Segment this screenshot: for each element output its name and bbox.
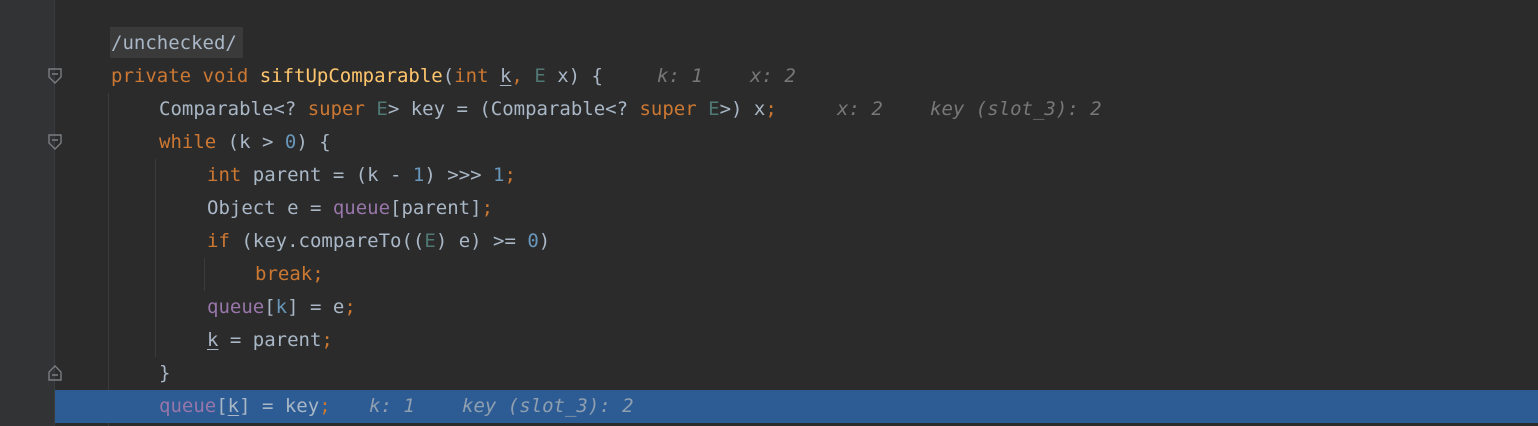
code-token: siftUpComparable xyxy=(259,65,443,87)
code-token: ; xyxy=(504,164,516,186)
code-text[interactable]: queue[k] = e; xyxy=(207,291,356,324)
code-token: ) xyxy=(538,230,551,252)
code-token: E xyxy=(376,98,388,120)
code-text[interactable]: k = parent; xyxy=(207,324,333,357)
code-token: ; xyxy=(319,395,331,417)
code-line[interactable]: k = parent; xyxy=(0,324,1538,357)
code-token: ] = e xyxy=(287,296,345,318)
code-line[interactable]: private void siftUpComparable(int k, E x… xyxy=(0,60,1538,93)
inline-debug-value: x: 2 xyxy=(750,65,796,87)
inline-debug-value: key (slot_3): 2 xyxy=(930,98,1102,120)
code-token: x) { xyxy=(557,65,603,87)
code-token: > xyxy=(250,131,285,153)
code-line[interactable]: /unchecked/ xyxy=(0,27,1538,60)
code-token: ; xyxy=(312,263,324,285)
code-token: queue xyxy=(207,296,265,318)
code-text[interactable]: while (k > 0) { xyxy=(159,126,331,159)
code-token: k xyxy=(207,329,219,351)
code-text[interactable]: /unchecked/ xyxy=(111,27,237,60)
code-token: > key = (Comparable<? xyxy=(387,98,640,120)
code-text[interactable]: private void siftUpComparable(int k, E x… xyxy=(111,60,603,93)
code-token: [ xyxy=(216,395,228,417)
code-token: private xyxy=(111,65,203,87)
inline-debug-value: key (slot_3): 2 xyxy=(462,395,634,417)
code-token: E xyxy=(708,98,720,120)
code-token: , xyxy=(511,65,535,87)
code-token: k xyxy=(227,395,240,417)
code-token: ; xyxy=(344,296,356,318)
code-token: E xyxy=(534,65,558,87)
code-text[interactable]: queue[k] = key; xyxy=(159,390,331,423)
code-token: ; xyxy=(765,98,777,120)
code-token: >) x xyxy=(719,98,766,120)
code-token: ; xyxy=(481,197,494,219)
code-token: } xyxy=(159,362,171,384)
code-text[interactable]: int parent = (k - 1) >>> 1; xyxy=(207,159,516,192)
code-text[interactable]: Object e = queue[parent]; xyxy=(207,192,493,225)
code-line[interactable]: Object e = queue[parent]; xyxy=(0,192,1538,225)
code-token: ( xyxy=(442,65,455,87)
code-token: queue xyxy=(159,395,217,417)
code-token: super xyxy=(639,98,709,120)
code-token: void xyxy=(202,65,260,87)
current-execution-line[interactable]: queue[k] = key; k: 1 key (slot_3): 2 xyxy=(55,390,1538,423)
code-token: ; xyxy=(321,329,333,351)
code-token: if xyxy=(207,230,242,252)
inline-debug-value: k: 1 xyxy=(657,65,703,87)
code-token: super xyxy=(307,98,377,120)
code-token: ( xyxy=(227,131,240,153)
code-line[interactable]: while (k > 0) { xyxy=(0,126,1538,159)
code-line[interactable]: break; xyxy=(0,258,1538,291)
code-token: (key.compareTo(( xyxy=(241,230,425,252)
code-token: 1 xyxy=(412,164,425,186)
code-text[interactable]: if (key.compareTo((E) e) >= 0) xyxy=(207,225,550,258)
code-token: int xyxy=(454,65,500,87)
code-token: k xyxy=(499,65,512,87)
code-token: ) e) >= xyxy=(435,230,528,252)
code-line[interactable]: int parent = (k - 1) >>> 1; xyxy=(0,159,1538,192)
code-token: [parent] xyxy=(390,197,482,219)
code-token: parent = (k - xyxy=(252,164,413,186)
code-line[interactable]: Comparable<? super E> key = (Comparable<… xyxy=(0,93,1538,126)
inline-debug-value: x: 2 xyxy=(837,98,883,120)
code-token: E xyxy=(424,230,436,252)
code-token: k xyxy=(239,131,251,153)
code-line[interactable]: if (key.compareTo((E) e) >= 0) xyxy=(0,225,1538,258)
code-token: 0 xyxy=(527,230,539,252)
code-token: while xyxy=(159,131,228,153)
code-token: k xyxy=(275,296,288,318)
code-token: [ xyxy=(264,296,276,318)
code-text[interactable]: Comparable<? super E> key = (Comparable<… xyxy=(159,93,777,126)
code-token: ) >>> xyxy=(424,164,494,186)
code-token: break xyxy=(255,263,313,285)
code-token: /unchecked/ xyxy=(111,32,237,54)
code-token: = parent xyxy=(218,329,322,351)
code-token: 0 xyxy=(284,131,297,153)
code-token: 1 xyxy=(493,164,505,186)
code-token: int xyxy=(207,164,253,186)
code-text[interactable]: } xyxy=(159,357,170,390)
code-editor[interactable]: /unchecked/private void siftUpComparable… xyxy=(0,0,1538,426)
code-token: ] = key xyxy=(239,395,320,417)
code-line[interactable]: queue[k] = e; xyxy=(0,291,1538,324)
code-line[interactable]: } xyxy=(0,357,1538,390)
inline-debug-value: k: 1 xyxy=(369,395,415,417)
code-token: queue xyxy=(332,197,391,219)
code-token: Comparable<? xyxy=(159,98,308,120)
code-token: Object e = xyxy=(207,197,333,219)
code-token: ) { xyxy=(296,131,331,153)
code-text[interactable]: break; xyxy=(255,258,324,291)
